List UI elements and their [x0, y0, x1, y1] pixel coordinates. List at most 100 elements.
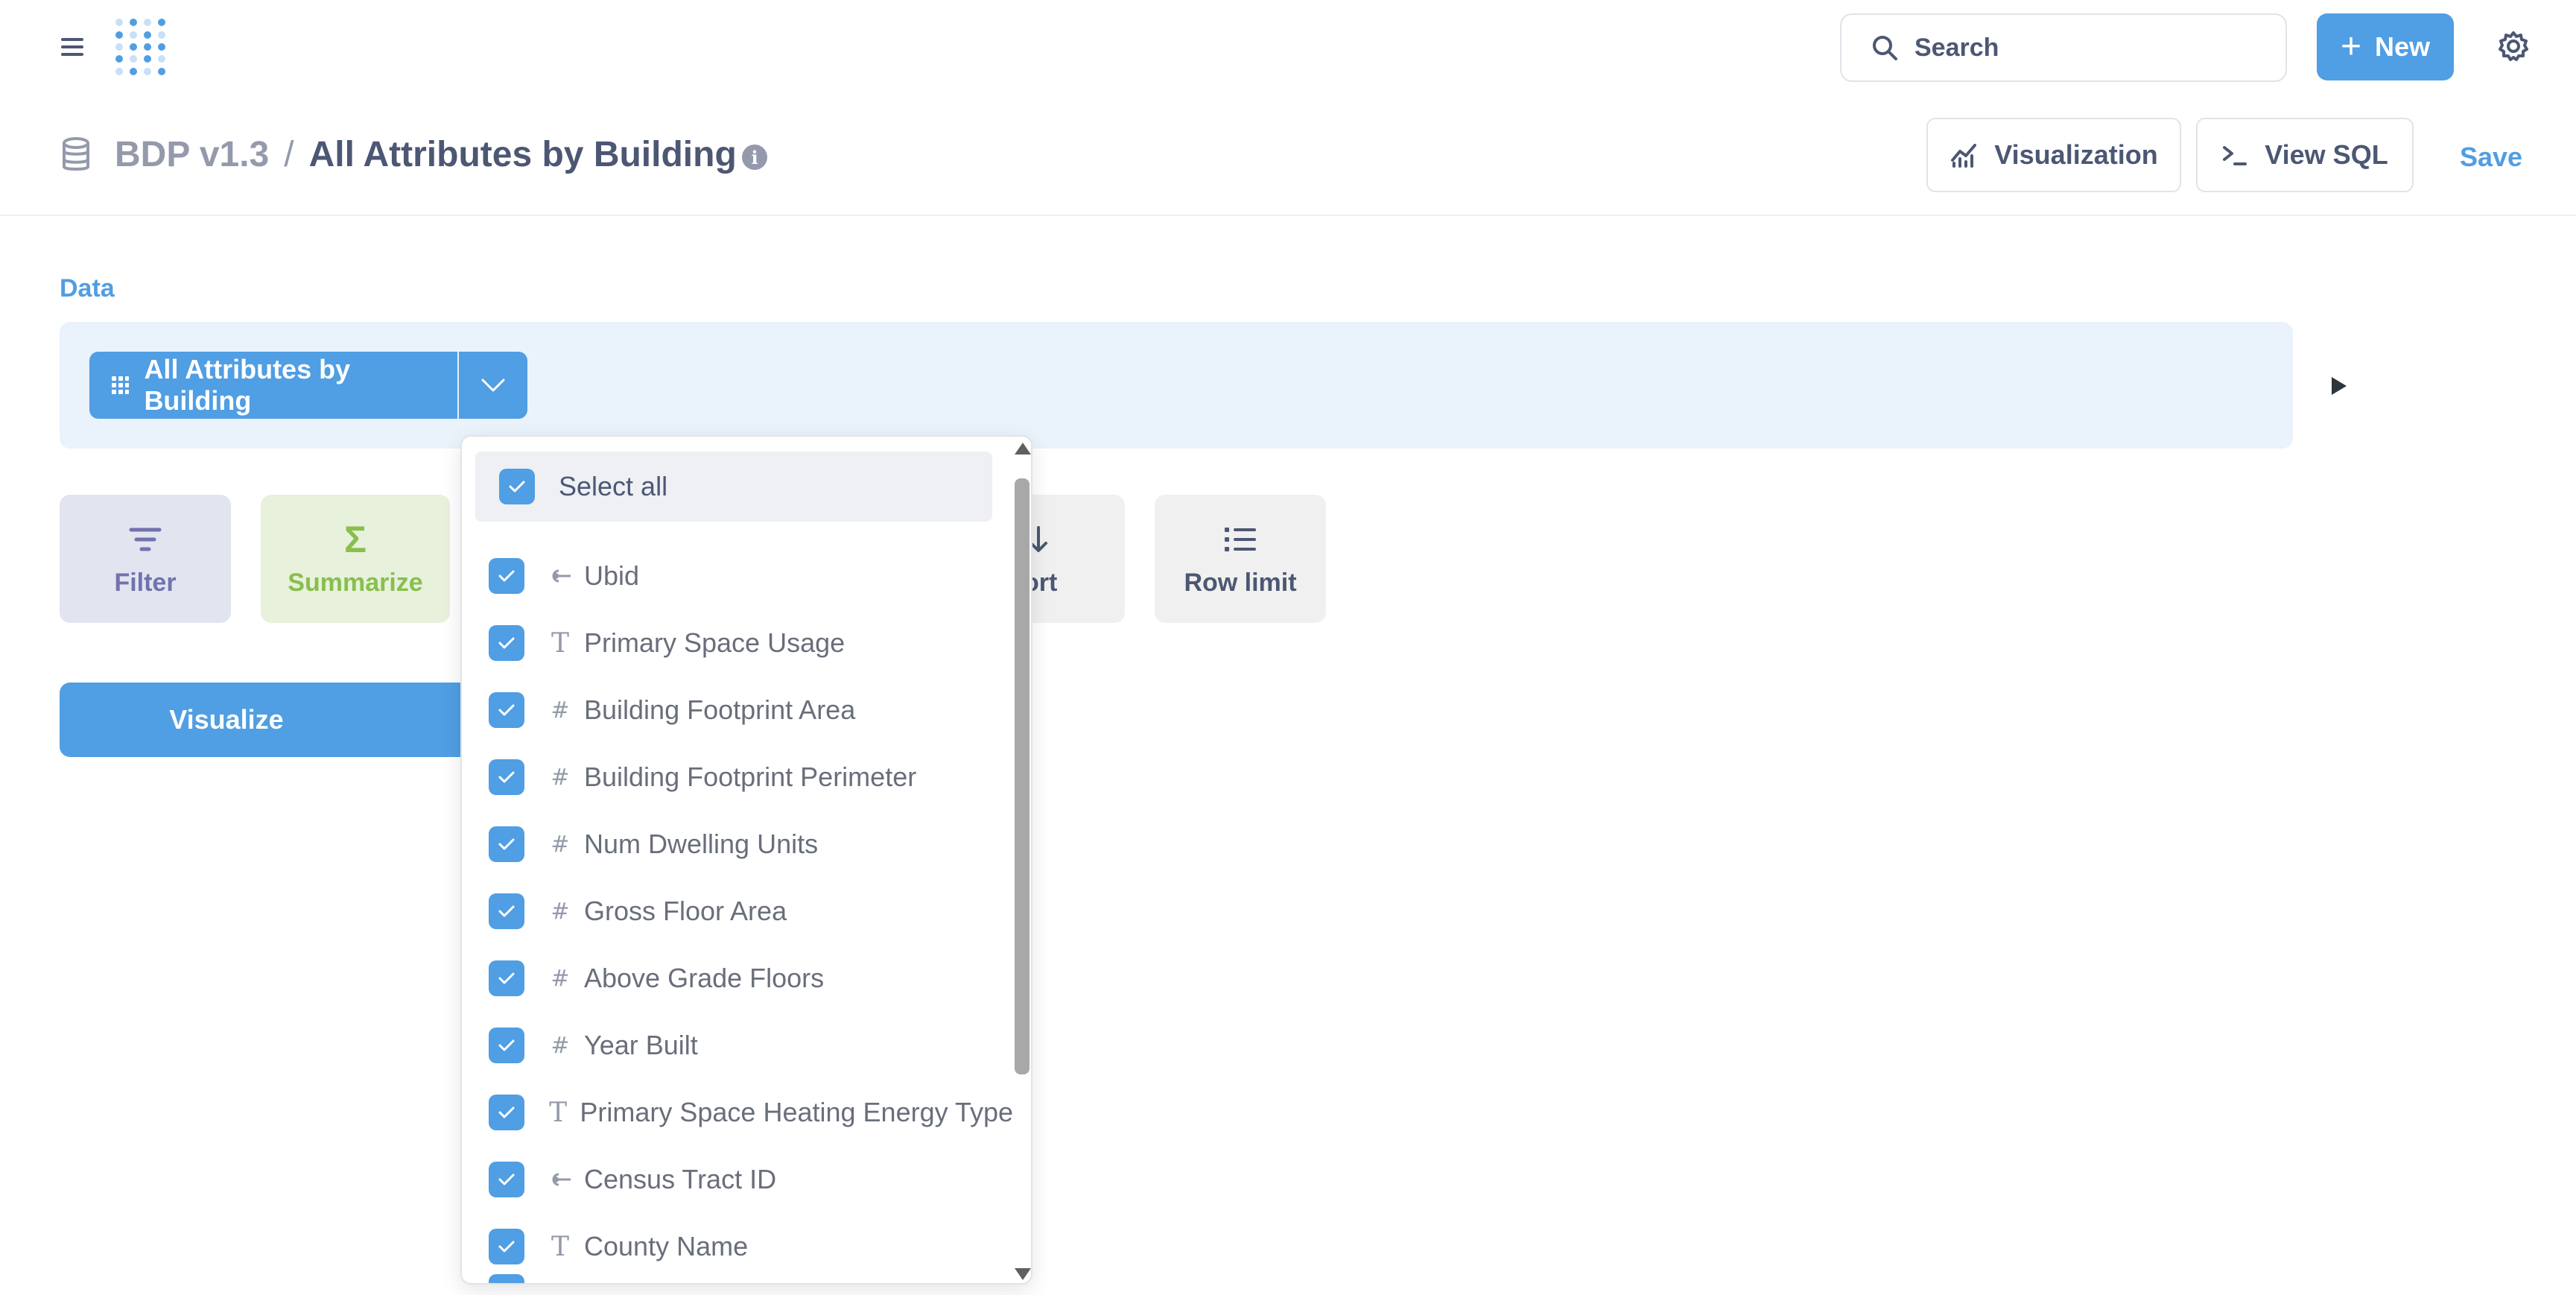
data-source-name: All Attributes by Building	[144, 354, 351, 416]
column-item[interactable]: # Gross Floor Area	[462, 878, 1013, 945]
column-name: Primary Space Usage	[584, 627, 846, 658]
dropdown-scrollbar[interactable]	[1013, 441, 1031, 1282]
column-checkbox[interactable]	[489, 893, 524, 929]
question-header: BDP v1.3 / All Attributes by Building i …	[0, 112, 2576, 216]
check-icon	[498, 972, 515, 984]
column-picker-dropdown: Select all Ubid T Primary Space Usage # Buil…	[460, 435, 1032, 1285]
check-icon	[498, 704, 515, 716]
scroll-down-arrow[interactable]	[1015, 1268, 1031, 1280]
filter-button[interactable]: Filter	[60, 495, 231, 623]
column-checkbox[interactable]	[489, 1095, 524, 1130]
summarize-button[interactable]: Σ Summarize	[261, 495, 450, 623]
column-checkbox[interactable]	[489, 759, 524, 795]
visualization-label: Visualization	[1994, 139, 2158, 170]
number-type-icon: #	[551, 1032, 570, 1059]
visualize-label: Visualize	[169, 704, 284, 735]
column-checkbox[interactable]	[489, 1028, 524, 1063]
terminal-icon	[2223, 146, 2247, 165]
column-name: Building Footprint Area	[584, 694, 856, 725]
check-icon	[498, 570, 515, 582]
select-all-label: Select all	[559, 471, 668, 501]
column-item[interactable]: # Building Footprint Area	[462, 677, 1013, 744]
column-item[interactable]: T County Name	[462, 1213, 1013, 1280]
chart-line-icon	[1951, 144, 1977, 168]
info-icon[interactable]: i	[742, 145, 767, 170]
column-item[interactable]: T Primary Space Usage	[462, 609, 1013, 677]
column-checkbox[interactable]	[489, 960, 524, 996]
search-input[interactable]: Search	[1840, 13, 2287, 82]
column-item[interactable]: Ubid	[462, 542, 1013, 609]
connection-icon	[545, 568, 575, 584]
summarize-label: Summarize	[288, 568, 423, 597]
check-icon	[498, 1106, 515, 1118]
column-name: Ubid	[584, 560, 640, 591]
column-item[interactable]: # Building Footprint Perimeter	[462, 744, 1013, 811]
visualize-button[interactable]: Visualize	[60, 683, 471, 757]
chevron-down-icon	[481, 379, 505, 392]
new-button[interactable]: + New	[2317, 13, 2454, 80]
breadcrumb: BDP v1.3 / All Attributes by Building	[115, 134, 737, 175]
hamburger-icon[interactable]	[60, 34, 85, 60]
number-type-icon: #	[551, 831, 570, 858]
column-item[interactable]: # Num Dwelling Units	[462, 811, 1013, 878]
filter-label: Filter	[114, 568, 177, 597]
check-icon	[509, 481, 525, 493]
database-icon	[63, 137, 89, 171]
scroll-thumb[interactable]	[1015, 478, 1030, 1074]
grid-icon	[112, 376, 130, 394]
column-item[interactable]: # Year Built	[462, 1012, 1013, 1079]
number-type-icon: #	[551, 697, 570, 724]
text-type-icon: T	[551, 627, 569, 659]
column-checkbox[interactable]	[489, 1229, 524, 1264]
text-type-icon: T	[551, 1231, 569, 1262]
view-sql-label: View SQL	[2265, 139, 2388, 170]
column-checkbox[interactable]	[489, 1162, 524, 1197]
check-icon	[498, 905, 515, 917]
column-name: Num Dwelling Units	[584, 829, 819, 859]
column-name: Year Built	[584, 1030, 698, 1060]
check-icon	[498, 771, 515, 783]
select-all-checkbox[interactable]	[499, 469, 535, 504]
gear-icon[interactable]	[2497, 30, 2530, 63]
breadcrumb-database[interactable]: BDP v1.3	[115, 134, 269, 175]
new-button-label: New	[2375, 31, 2431, 62]
data-step-label: Data	[60, 274, 115, 303]
filter-icon	[129, 528, 162, 551]
question-title[interactable]: All Attributes by Building	[309, 134, 737, 175]
check-icon	[498, 838, 515, 850]
number-type-icon: #	[551, 898, 570, 925]
metabase-logo[interactable]	[112, 16, 168, 77]
save-button[interactable]: Save	[2460, 142, 2522, 173]
column-item[interactable]: T Primary Space Heating Energy Type	[462, 1079, 1013, 1146]
scroll-up-arrow[interactable]	[1015, 443, 1031, 455]
list-icon	[1225, 527, 1256, 551]
select-all-row[interactable]: Select all	[475, 452, 992, 522]
visualization-button[interactable]: Visualization	[1926, 118, 2181, 192]
number-type-icon: #	[551, 764, 570, 791]
check-icon	[498, 1039, 515, 1051]
column-name: County Name	[584, 1231, 749, 1261]
breadcrumb-separator: /	[284, 135, 294, 174]
row-limit-button[interactable]: Row limit	[1155, 495, 1326, 623]
connection-icon	[545, 1171, 575, 1188]
column-item[interactable]: Census Tract ID	[462, 1146, 1013, 1213]
column-checkbox-partial[interactable]	[489, 1274, 524, 1283]
check-icon	[498, 1241, 515, 1253]
column-name: Gross Floor Area	[584, 896, 787, 926]
column-checkbox[interactable]	[489, 692, 524, 728]
sigma-icon: Σ	[343, 518, 367, 560]
column-name: Census Tract ID	[584, 1164, 777, 1194]
search-icon	[1873, 36, 1897, 60]
number-type-icon: #	[551, 965, 570, 992]
column-item[interactable]: # Above Grade Floors	[462, 945, 1013, 1012]
column-checkbox[interactable]	[489, 558, 524, 594]
play-icon[interactable]	[2327, 374, 2350, 398]
column-checkbox[interactable]	[489, 826, 524, 862]
column-checkbox[interactable]	[489, 625, 524, 661]
column-name: Primary Space Heating Energy Type	[580, 1097, 1013, 1127]
column-name: Above Grade Floors	[584, 963, 825, 993]
check-icon	[498, 1174, 515, 1185]
data-source-button[interactable]: All Attributes by Building	[89, 352, 457, 419]
columns-toggle-button[interactable]	[459, 352, 527, 419]
view-sql-button[interactable]: View SQL	[2196, 118, 2414, 192]
